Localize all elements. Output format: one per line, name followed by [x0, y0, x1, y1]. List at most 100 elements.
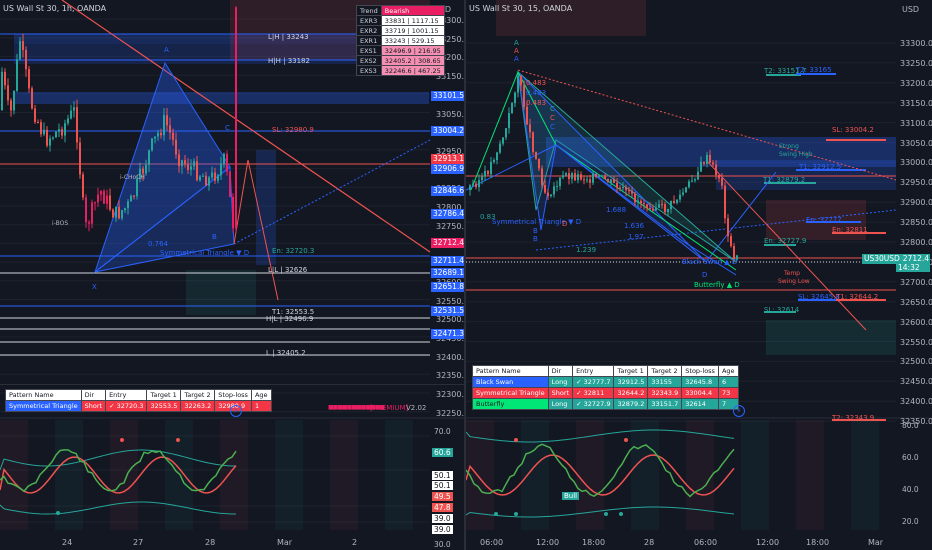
- ratio-label: 0.483: [526, 99, 547, 107]
- candle-body: [91, 202, 93, 224]
- candle-body: [82, 174, 84, 198]
- candle-body: [538, 158, 540, 169]
- point-c-label: C: [225, 124, 230, 132]
- candle-body: [97, 194, 99, 203]
- price-axis-tick: 32450.0: [900, 377, 932, 387]
- osc-bg-zone: [741, 420, 769, 530]
- candle-body: [592, 173, 594, 183]
- osc-signal-dot: [176, 438, 180, 442]
- osc-signal-dot: [604, 512, 608, 516]
- candle-body: [136, 178, 138, 197]
- time-axis-tick: Mar: [868, 538, 884, 547]
- lightning-icon[interactable]: ⚡: [733, 405, 745, 417]
- cell-stop: 33004.4: [681, 387, 719, 399]
- osc-bg-zone: [275, 420, 303, 530]
- candle-body: [127, 201, 129, 209]
- cell-dir: Long: [547, 376, 574, 388]
- candle-body: [232, 196, 234, 229]
- right-chart-pane[interactable]: US Wall St 30, 15, OANDA USD 33300.0 3325…: [466, 0, 932, 550]
- candle-body: [697, 171, 699, 180]
- candle-body: [652, 208, 654, 211]
- candle-body: [619, 187, 621, 189]
- col-age: Age: [250, 389, 272, 401]
- candle-body: [79, 142, 81, 175]
- candle-body: [496, 152, 498, 161]
- trend-row-value: 33243 | 529.15: [380, 35, 445, 46]
- cell-target2: 32343.9: [647, 387, 683, 399]
- candle-body: [634, 193, 636, 203]
- candle-body: [685, 187, 687, 193]
- osc-signal-dot: [624, 438, 628, 442]
- candle-body: [472, 183, 474, 186]
- trend-row-value: 33719 | 1001.15: [380, 25, 445, 36]
- price-tag: 32711.4: [431, 256, 464, 266]
- price-tag: 33101.5: [431, 91, 464, 101]
- cell-dir: Short: [547, 387, 574, 399]
- candle-body: [118, 206, 120, 219]
- price-axis-tick: 32600.0: [900, 317, 932, 327]
- osc-bg-zone: [796, 420, 824, 530]
- price-axis-tick: 33300.0: [900, 39, 932, 48]
- candle-body: [535, 151, 537, 159]
- left-chart-canvas[interactable]: [0, 0, 464, 550]
- ratio-label: 1.97: [628, 233, 644, 241]
- candle-body: [568, 173, 570, 179]
- discount-zone: [186, 270, 256, 315]
- candle-body: [559, 177, 561, 187]
- candle-body: [499, 143, 501, 153]
- candle-body: [37, 122, 39, 124]
- level-sl-b: SL: 32645.8: [798, 293, 840, 301]
- bar-countdown: 14:32: [898, 263, 920, 272]
- level-ll: L|L | 32626: [268, 266, 308, 274]
- osc-signal-dot: [514, 438, 518, 442]
- swing-low-label: Swing Low: [778, 278, 810, 285]
- candle-body: [58, 129, 60, 132]
- col-pattern-name: Pattern Name: [472, 365, 549, 377]
- strong-label: Strong: [779, 143, 799, 150]
- candle-body: [646, 204, 648, 209]
- candle-body: [55, 131, 57, 138]
- candle-body: [520, 75, 522, 86]
- point-c-label: C: [550, 105, 555, 113]
- lightning-icon[interactable]: ⚡: [230, 405, 242, 417]
- osc-signal-dot: [494, 512, 498, 516]
- cell-pattern-name: Symmetrical Triangle: [5, 400, 82, 412]
- price-tag: 32846.6: [431, 186, 464, 196]
- candle-body: [718, 175, 720, 179]
- cell-pattern-name: Butterfly: [472, 398, 549, 410]
- candle-body: [88, 222, 90, 224]
- price-axis-tick: 32400.0: [900, 397, 932, 407]
- candle-body: [208, 177, 210, 186]
- candle-body: [121, 210, 123, 219]
- candle-body: [175, 139, 177, 155]
- candle-body: [715, 164, 717, 176]
- candle-body: [169, 125, 171, 133]
- osc-axis-tick: 49.5: [432, 492, 453, 501]
- col-entry: Entry: [572, 365, 615, 377]
- candle-body: [13, 90, 15, 111]
- candle-body: [487, 170, 489, 175]
- time-axis-tick: Mar: [277, 538, 293, 547]
- cell-target2: 32263.2: [180, 400, 216, 412]
- candle-body: [637, 200, 639, 203]
- left-chart-pane[interactable]: US Wall St 30, 1h, OANDA USD 33300.03325…: [0, 0, 464, 550]
- candle-body: [202, 175, 204, 177]
- point-d-label: D: [702, 271, 708, 279]
- candle-body: [469, 185, 471, 190]
- candle-body: [475, 183, 477, 188]
- level-sl: SL: 32980.9: [272, 126, 314, 134]
- price-axis-tick: 33100.0: [900, 118, 932, 128]
- candle-body: [193, 161, 195, 167]
- candle-body: [187, 164, 189, 170]
- price-axis-tick: 32350.0: [436, 371, 464, 381]
- table-row: Symmetrical Triangle Short ✓ 32811 32644…: [472, 387, 739, 399]
- candle-body: [727, 218, 729, 237]
- candle-body: [577, 174, 579, 181]
- osc-bg-zone: [0, 420, 28, 530]
- col-pattern-name: Pattern Name: [5, 389, 82, 401]
- candle-body: [7, 85, 9, 101]
- candle-body: [490, 161, 492, 175]
- osc-axis-tick: 47.8: [432, 503, 453, 512]
- cell-entry: ✓ 32720.3: [105, 400, 148, 412]
- level-en-c: En: 32727.9: [764, 237, 807, 245]
